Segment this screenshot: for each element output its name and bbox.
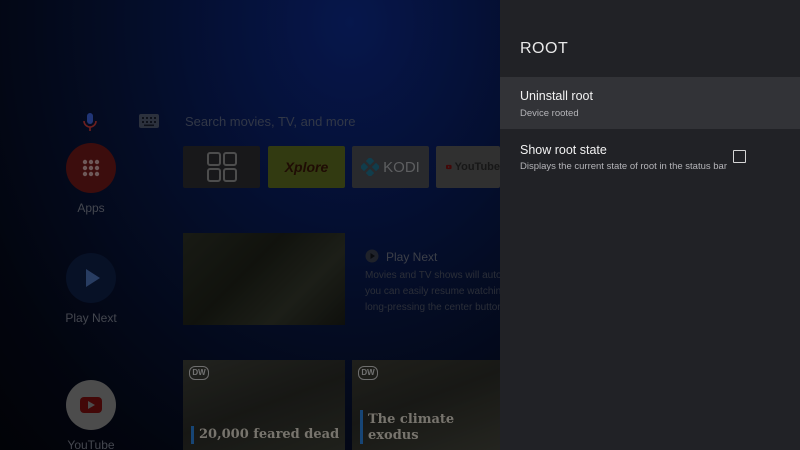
launcher-background: Search movies, TV, and more Apps Play Ne… <box>0 0 500 450</box>
settings-panel: ROOT Uninstall root Device rooted Show r… <box>500 0 800 450</box>
uninstall-root-subtitle: Device rooted <box>520 108 579 119</box>
show-root-state-title: Show root state <box>520 143 607 157</box>
show-root-state-item[interactable]: Show root state Displays the current sta… <box>500 130 800 182</box>
uninstall-root-item[interactable]: Uninstall root Device rooted <box>500 77 800 129</box>
panel-title: ROOT <box>520 40 569 57</box>
uninstall-root-title: Uninstall root <box>520 89 593 103</box>
show-root-state-checkbox[interactable] <box>733 150 746 163</box>
show-root-state-subtitle: Displays the current state of root in th… <box>520 161 727 172</box>
dim-overlay <box>0 0 500 450</box>
